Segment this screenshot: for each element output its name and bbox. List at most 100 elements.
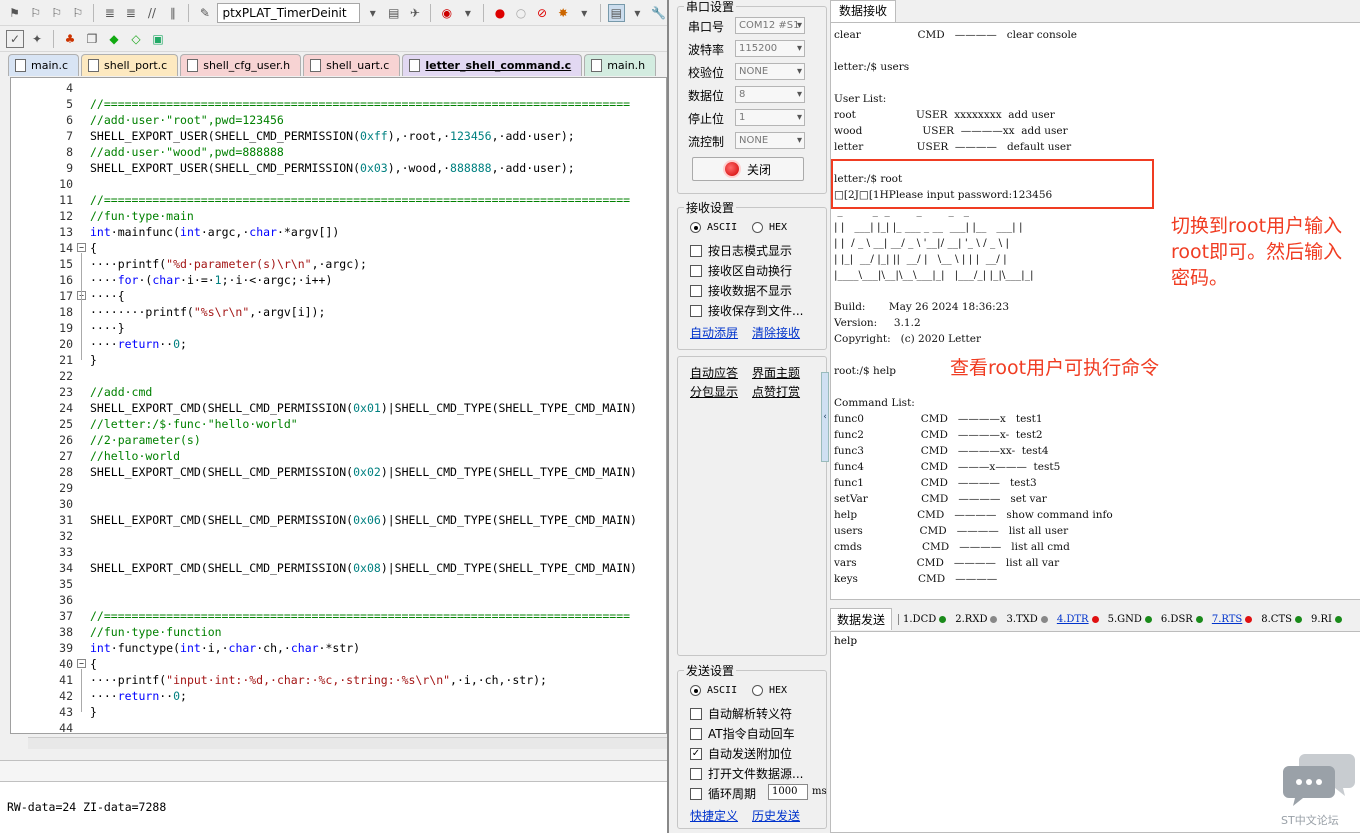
rx-option-checkbox[interactable]: 接收区自动换行 — [690, 262, 792, 279]
indent-icon[interactable]: ≣ — [101, 4, 118, 22]
flag-icon[interactable]: ⚑ — [6, 4, 23, 22]
settings-icon[interactable]: 🔧 — [650, 4, 667, 22]
flag-icon[interactable]: ⚐ — [48, 4, 65, 22]
tx-ascii-radio[interactable]: ASCII — [690, 685, 737, 696]
find-in-files-icon[interactable]: ✎ — [196, 4, 213, 22]
fold-toggle-icon[interactable]: − — [77, 659, 86, 668]
field-label: 流控制 — [688, 135, 725, 149]
signal-indicator[interactable]: 6.DSR — [1161, 614, 1203, 625]
cycle-period-input[interactable]: 1000 — [768, 784, 808, 800]
replace-icon[interactable]: ✈ — [406, 4, 423, 22]
tx-option-checkbox[interactable]: 打开文件数据源... — [690, 765, 803, 782]
horizontal-scrollbar[interactable] — [28, 737, 667, 749]
check-icon[interactable]: ✓ — [6, 29, 24, 48]
signal-indicator[interactable]: 8.CTS — [1261, 614, 1302, 625]
flag-clear-icon[interactable]: ⚐ — [69, 4, 86, 22]
flag-icon[interactable]: ⚐ — [27, 4, 44, 22]
cycle-checkbox[interactable]: 循环周期 — [690, 785, 756, 802]
code-token: //hello·world — [90, 449, 181, 463]
file-icon — [310, 59, 322, 72]
send-history-link[interactable]: 历史发送 — [752, 807, 800, 824]
line-number: 10 — [59, 177, 73, 191]
send-input[interactable]: help ST中文论坛 — [830, 631, 1360, 833]
tab-main-c[interactable]: main.c — [8, 54, 80, 76]
tab-shell-cfg-user-h[interactable]: shell_cfg_user.h — [180, 54, 302, 76]
code-line: { — [90, 656, 97, 672]
code-line: } — [90, 352, 97, 368]
tx-hex-radio[interactable]: HEX — [752, 685, 787, 696]
breakpoint-disabled-icon[interactable]: ○ — [512, 4, 529, 22]
tab-main-h[interactable]: main.h — [584, 54, 657, 76]
tab-data-receive[interactable]: 数据接收 — [830, 0, 897, 22]
signal-indicator[interactable]: 2.RXD — [955, 614, 998, 625]
chevron-down-icon[interactable]: ▾ — [459, 4, 476, 22]
comment-icon[interactable]: // — [143, 4, 160, 22]
rx-option-checkbox[interactable]: 接收数据不显示 — [690, 282, 792, 299]
breakpoint-kill-icon[interactable]: ⊘ — [534, 4, 551, 22]
field-dropdown[interactable]: 1 — [735, 109, 805, 126]
file-extensions-icon[interactable]: ❐ — [83, 30, 101, 48]
environment-icon[interactable]: ▣ — [149, 30, 167, 48]
donate-link[interactable]: 点赞打赏 — [752, 383, 800, 400]
tx-option-checkbox[interactable]: AT指令自动回车 — [690, 725, 795, 742]
shortcut-define-link[interactable]: 快捷定义 — [690, 807, 738, 824]
signal-indicator[interactable]: 5.GND — [1108, 614, 1152, 625]
field-dropdown[interactable]: NONE — [735, 132, 805, 149]
breakpoint-all-icon[interactable]: ✸ — [555, 4, 572, 22]
split-display-link[interactable]: 分包显示 — [690, 383, 738, 400]
tx-option-checkbox[interactable]: 自动解析转义符 — [690, 705, 792, 722]
clear-receive-link[interactable]: 清除接收 — [752, 324, 800, 341]
receive-area[interactable]: clear CMD ———— clear console letter:/$ us… — [830, 22, 1360, 600]
tab-letter-shell-command-c[interactable]: letter_shell_command.c — [402, 54, 583, 76]
code-token: ·· — [159, 689, 174, 703]
rx-option-checkbox[interactable]: 接收保存到文件... — [690, 302, 803, 319]
field-dropdown[interactable]: COM12 #S1 — [735, 17, 805, 34]
theme-link[interactable]: 界面主题 — [752, 364, 800, 381]
window-layout-icon[interactable]: ▤ — [607, 3, 625, 22]
code-editor[interactable]: 4567891011121314−151617−1819202122232425… — [10, 77, 667, 734]
chevron-down-icon[interactable]: ▾ — [629, 4, 646, 22]
tab-data-send[interactable]: 数据发送 — [830, 608, 893, 630]
signal-indicator[interactable]: 9.RI — [1311, 614, 1343, 625]
breakpoint-icon[interactable]: ● — [491, 4, 508, 22]
field-label: 数据位 — [688, 89, 725, 103]
debug-icon[interactable]: ◉ — [438, 4, 455, 22]
auto-clear-link[interactable]: 自动添屏 — [690, 324, 738, 341]
close-port-button[interactable]: 关闭 — [692, 157, 804, 181]
extra-options-group: 自动应答 界面主题 分包显示 点赞打赏 — [677, 356, 827, 656]
target-combo[interactable]: ptxPLAT_TimerDeinit — [217, 2, 361, 23]
rx-hex-radio[interactable]: HEX — [752, 222, 787, 233]
rx-ascii-radio[interactable]: ASCII — [690, 222, 737, 233]
unindent-icon[interactable]: ≣ — [122, 4, 139, 22]
code-token: ; — [180, 689, 187, 703]
field-dropdown[interactable]: NONE — [735, 63, 805, 80]
code-token: 123456 — [450, 129, 492, 143]
chevron-down-icon[interactable]: ▾ — [364, 4, 381, 22]
tab-shell-port-c[interactable]: shell_port.c — [81, 54, 179, 76]
pack-installer-icon[interactable]: ◇ — [127, 30, 145, 48]
find-icon[interactable]: ▤ — [385, 4, 402, 22]
chevron-down-icon[interactable]: ▾ — [576, 4, 593, 22]
signal-indicator[interactable]: 4.DTR — [1057, 614, 1099, 625]
code-token: 0x01 — [353, 401, 381, 415]
rx-option-checkbox[interactable]: 按日志模式显示 — [690, 242, 792, 259]
signal-indicator[interactable]: 7.RTS — [1212, 614, 1253, 625]
code-line: //fun·type·main — [90, 208, 194, 224]
signal-led-icon — [1294, 615, 1302, 623]
tab-shell-uart-c[interactable]: shell_uart.c — [303, 54, 401, 76]
fold-toggle-icon[interactable]: − — [77, 243, 86, 252]
field-dropdown[interactable]: 8 — [735, 86, 805, 103]
field-dropdown[interactable]: 115200 — [735, 40, 805, 57]
field-label: 串口号 — [688, 20, 725, 34]
manage-components-icon[interactable]: ◆ — [105, 30, 123, 48]
magic-wand-icon[interactable]: ✦ — [28, 30, 46, 48]
signal-indicator[interactable]: 1.DCD — [903, 614, 947, 625]
tx-option-checkbox[interactable]: ✓ 自动发送附加位 — [690, 745, 792, 762]
panel-collapse-handle[interactable]: ‹ — [821, 372, 829, 462]
auto-reply-link[interactable]: 自动应答 — [690, 364, 738, 381]
uncomment-icon[interactable]: ∥ — [164, 4, 181, 22]
separator — [430, 3, 432, 22]
target-options-icon[interactable]: ♣ — [61, 30, 79, 48]
receive-line: |____\___|\__|\__\___|_| |___/_| |_|\___… — [834, 269, 1034, 281]
signal-indicator[interactable]: 3.TXD — [1006, 614, 1048, 625]
